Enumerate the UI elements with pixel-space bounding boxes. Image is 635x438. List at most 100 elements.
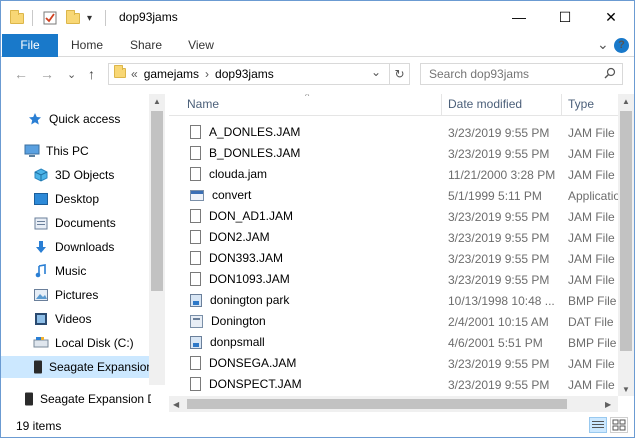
pictures-icon [33, 287, 49, 303]
separator [105, 9, 106, 27]
application-icon [190, 189, 204, 201]
sidebar-item-seagate-expansion-d[interactable]: Seagate Expansion D [1, 388, 151, 410]
scroll-up-icon[interactable]: ▲ [622, 97, 630, 106]
search-box[interactable] [420, 63, 623, 85]
file-name-cell[interactable]: DONSPECT.JAM [190, 377, 302, 391]
scroll-right-icon[interactable]: ▶ [605, 400, 611, 409]
help-icon[interactable]: ? [614, 38, 629, 53]
scroll-left-icon[interactable]: ◀ [173, 400, 179, 409]
file-name-cell[interactable]: Donington [190, 314, 266, 328]
file-name: convert [212, 188, 252, 202]
properties-icon[interactable] [42, 9, 58, 27]
file-date: 3/23/2019 9:55 PM [448, 126, 550, 140]
file-name-cell[interactable]: convert [190, 188, 251, 202]
file-name-cell[interactable]: A_DONLES.JAM [190, 125, 300, 139]
file-row[interactable]: DONSEGA.JAM 3/23/2019 9:55 PM JAM File [169, 353, 618, 374]
refresh-icon[interactable]: ↻ [389, 64, 409, 84]
file-name-cell[interactable]: DONSEGA.JAM [190, 356, 296, 370]
scroll-down-icon[interactable]: ▼ [622, 385, 630, 394]
navigation-pane: Quick access This PC 3D Objects Desktop … [1, 94, 165, 412]
new-folder-icon[interactable] [66, 9, 80, 27]
file-name-cell[interactable]: clouda.jam [190, 167, 267, 181]
minimize-button[interactable]: — [496, 1, 542, 33]
sidebar-item-documents[interactable]: Documents [1, 212, 149, 234]
sidebar-item-quick-access[interactable]: Quick access [1, 108, 149, 130]
file-row[interactable]: DON2.JAM 3/23/2019 9:55 PM JAM File [169, 227, 618, 248]
file-icon [190, 272, 201, 286]
file-name-cell[interactable]: DON1093.JAM [190, 272, 290, 286]
window-title: dop93jams [119, 10, 178, 24]
details-view-button[interactable] [589, 417, 607, 433]
file-date: 3/23/2019 9:55 PM [448, 273, 550, 287]
file-list-scroll-thumb[interactable] [620, 111, 632, 351]
sidebar-item-pictures[interactable]: Pictures [1, 284, 149, 306]
file-row[interactable]: DON_AD1.JAM 3/23/2019 9:55 PM JAM File [169, 206, 618, 227]
file-row[interactable]: convert 5/1/1999 5:11 PM Applicatio [169, 185, 618, 206]
close-button[interactable]: ✕ [588, 1, 634, 33]
column-header-type[interactable]: Type [568, 97, 594, 111]
breadcrumb-gamejams[interactable]: gamejams [144, 67, 199, 81]
sidebar-item-videos[interactable]: Videos [1, 308, 149, 330]
file-row[interactable]: DON1093.JAM 3/23/2019 9:55 PM JAM File [169, 269, 618, 290]
image-file-icon [190, 335, 202, 349]
address-bar[interactable]: « gamejams › dop93jams ⌄ ↻ [108, 63, 410, 85]
address-dropdown-icon[interactable]: ⌄ [371, 65, 381, 79]
file-row[interactable]: donpsmall 4/6/2001 5:51 PM BMP File [169, 332, 618, 353]
maximize-button[interactable]: ☐ [542, 1, 588, 33]
horizontal-scroll-thumb[interactable] [187, 399, 567, 409]
file-row[interactable]: donington park 10/13/1998 10:48 ... BMP Fi… [169, 290, 618, 311]
file-type: JAM File [568, 147, 615, 161]
file-name: DON_AD1.JAM [209, 209, 294, 223]
sidebar-item-desktop[interactable]: Desktop [1, 188, 149, 210]
file-name-cell[interactable]: DON_AD1.JAM [190, 209, 293, 223]
file-name-cell[interactable]: DON393.JAM [190, 251, 283, 265]
forward-arrow-icon[interactable]: → [40, 66, 54, 82]
tab-share[interactable]: Share [123, 34, 169, 57]
tab-view[interactable]: View [179, 34, 223, 57]
sidebar-item-this-pc[interactable]: This PC [1, 140, 149, 162]
customize-qa-icon[interactable]: ▾ [87, 9, 92, 27]
file-row[interactable]: clouda.jam 11/21/2000 3:28 PM JAM File [169, 164, 618, 185]
overflow-icon[interactable]: « [131, 67, 138, 81]
sidebar-item-seagate-expansion[interactable]: Seagate Expansion [1, 356, 149, 378]
computer-icon [24, 143, 40, 159]
file-name-cell[interactable]: donpsmall [190, 335, 265, 349]
large-icons-view-button[interactable] [610, 417, 628, 433]
tab-file[interactable]: File [2, 34, 58, 57]
file-row[interactable]: A_DONLES.JAM 3/23/2019 9:55 PM JAM File [169, 122, 618, 143]
sidebar-scroll-thumb[interactable] [151, 111, 163, 291]
file-name-cell[interactable]: B_DONLES.JAM [190, 146, 300, 160]
sidebar-item-music[interactable]: Music [1, 260, 149, 282]
search-input[interactable] [421, 64, 591, 84]
large-icons-view-icon [612, 419, 626, 431]
up-arrow-icon[interactable]: ↑ [88, 66, 95, 82]
chevron-right-icon[interactable]: › [205, 67, 209, 81]
file-type: JAM File [568, 231, 615, 245]
file-type: JAM File [568, 378, 615, 392]
scroll-up-icon[interactable]: ▲ [153, 97, 161, 106]
sidebar-item-downloads[interactable]: Downloads [1, 236, 149, 258]
file-date: 10/13/1998 10:48 ... [448, 294, 555, 308]
file-name: A_DONLES.JAM [209, 125, 301, 139]
back-arrow-icon[interactable]: ← [14, 66, 28, 82]
music-icon [33, 263, 49, 279]
file-name-cell[interactable]: donington park [190, 293, 289, 307]
file-row[interactable]: DON393.JAM 3/23/2019 9:55 PM JAM File [169, 248, 618, 269]
file-name-cell[interactable]: DON2.JAM [190, 230, 270, 244]
column-divider[interactable] [561, 94, 562, 116]
documents-icon [33, 215, 49, 231]
column-header-name[interactable]: Name [187, 97, 219, 111]
file-row[interactable]: Donington 2/4/2001 10:15 AM DAT File [169, 311, 618, 332]
sidebar-item-local-disk[interactable]: Local Disk (C:) [1, 332, 149, 354]
expand-ribbon-icon[interactable]: ⌄ [597, 36, 609, 53]
column-header-date[interactable]: Date modified [448, 97, 522, 111]
sidebar-item-3d-objects[interactable]: 3D Objects [1, 164, 149, 186]
file-name: donpsmall [210, 335, 265, 349]
tab-home[interactable]: Home [63, 34, 111, 57]
breadcrumb-dop93jams[interactable]: dop93jams [215, 67, 274, 81]
file-row[interactable]: DONSPECT.JAM 3/23/2019 9:55 PM JAM File [169, 374, 618, 395]
file-row[interactable]: B_DONLES.JAM 3/23/2019 9:55 PM JAM File [169, 143, 618, 164]
recent-locations-icon[interactable]: ⌄ [67, 68, 76, 81]
sort-arrow-icon: ^ [305, 94, 310, 101]
column-divider[interactable] [441, 94, 442, 116]
